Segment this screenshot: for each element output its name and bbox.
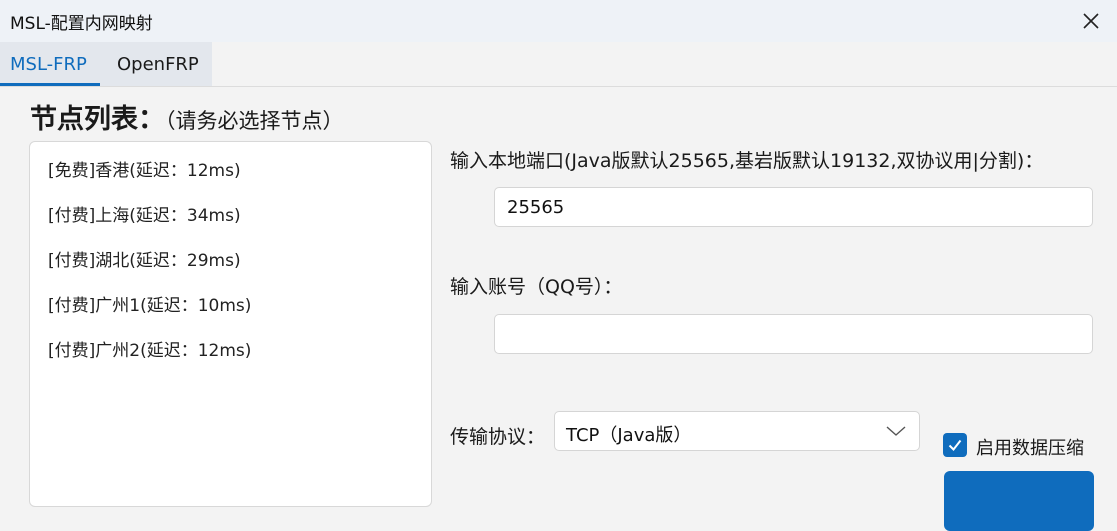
protocol-selected-value: TCP（Java版） (566, 425, 692, 446)
compression-label: 启用数据压缩 (976, 438, 1084, 459)
node-item-guangzhou-2[interactable]: [付费]广州2(延迟：12ms) (48, 336, 251, 361)
node-item-hubei[interactable]: [付费]湖北(延迟：29ms) (48, 246, 241, 271)
account-label: 输入账号（QQ号）： (450, 276, 623, 298)
tab-msl-frp[interactable]: MSL-FRP (10, 42, 87, 86)
node-item-shanghai[interactable]: [付费]上海(延迟：34ms) (48, 201, 241, 226)
window-title: MSL-配置内网映射 (10, 14, 153, 34)
tab-openfrp[interactable]: OpenFRP (117, 42, 199, 86)
divider (0, 86, 1117, 87)
node-list-heading: 节点列表：（请务必选择节点） (30, 97, 344, 136)
tab-bar: MSL-FRP OpenFRP (0, 42, 212, 86)
chevron-down-icon (886, 426, 906, 436)
node-list-hint: （请务必选择节点） (165, 109, 344, 133)
port-label: 输入本地端口(Java版默认25565,基岩版默认19132,双协议用|分割)： (450, 150, 1044, 172)
node-item-hongkong[interactable]: [免费]香港(延迟：12ms) (48, 156, 241, 181)
node-item-guangzhou-1[interactable]: [付费]广州1(延迟：10ms) (48, 291, 251, 316)
node-list[interactable]: [免费]香港(延迟：12ms) [付费]上海(延迟：34ms) [付费]湖北(延… (29, 141, 432, 507)
compression-checkbox[interactable] (943, 433, 967, 457)
protocol-label: 传输协议： (450, 426, 546, 448)
close-button[interactable] (1071, 2, 1111, 40)
port-input[interactable] (494, 187, 1093, 227)
checkmark-icon (948, 439, 962, 452)
account-input[interactable] (494, 314, 1093, 354)
close-icon (1083, 13, 1099, 29)
title-bar: MSL-配置内网映射 (0, 0, 1117, 42)
confirm-button[interactable] (944, 471, 1094, 531)
node-list-title: 节点列表： (30, 104, 165, 135)
protocol-select[interactable]: TCP（Java版） (554, 411, 920, 451)
